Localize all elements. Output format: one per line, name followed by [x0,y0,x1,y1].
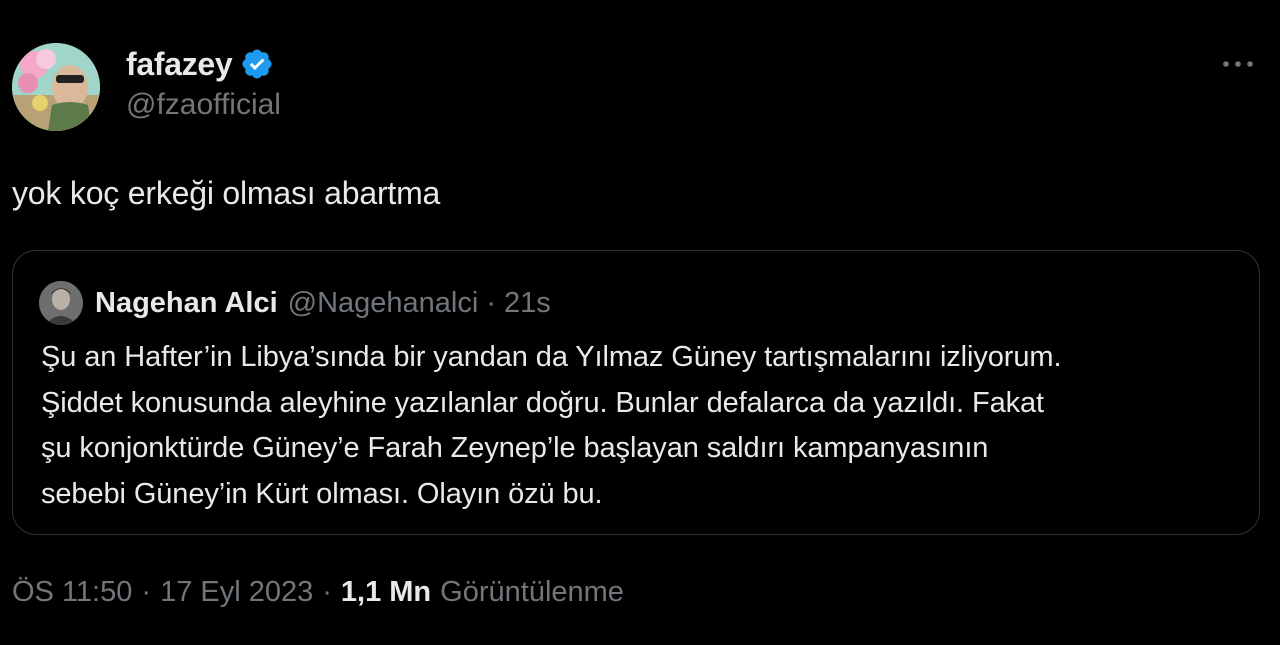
quoted-tweet-header: Nagehan Alci @Nagehanalci · 21s [39,281,551,325]
views-label: Görüntülenme [440,575,624,608]
author-handle[interactable]: @fzaofficial [126,88,281,122]
tweet-time[interactable]: ÖS 11:50 [12,576,132,609]
tweet-meta: ÖS 11:50 · 17 Eyl 2023 · 1,1 Mn Görüntül… [12,572,624,612]
author-avatar[interactable] [12,43,100,131]
quoted-tweet-line: Şiddet konusunda aleyhine yazılanlar doğ… [41,386,1044,419]
quoted-tweet-line: sebebi Güney’in Kürt olması. Olayın özü … [41,477,603,510]
author-display-name[interactable]: fafazey [126,46,233,83]
views-count[interactable]: 1,1 Mn [341,576,431,609]
quoted-author-handle[interactable]: @Nagehanalci [288,287,479,320]
separator-dot: · [322,575,332,608]
more-options-icon[interactable] [1218,52,1258,76]
quoted-tweet-time[interactable]: 21s [504,287,551,320]
quoted-author-avatar[interactable] [39,281,83,325]
quoted-tweet-line: şu konjonktürde Güney’e Farah Zeynep’le … [41,432,989,464]
verified-badge-icon [240,47,274,81]
tweet-date[interactable]: 17 Eyl 2023 [160,576,313,609]
separator-dot: · [486,286,496,319]
tweet-text: yok koç erkeği olması abartma [12,175,441,211]
quoted-tweet[interactable]: Nagehan Alci @Nagehanalci · 21s Şu an Ha… [12,250,1260,535]
avatar-image [12,43,100,131]
author-name-row: fafazey [126,44,274,84]
quoted-tweet-text: Şu an Hafter’in Libya’sında bir yandan d… [41,335,1241,517]
quoted-avatar-image [39,281,83,325]
quoted-tweet-line: Şu an Hafter’in Libya’sında bir yandan d… [41,341,1062,373]
tweet: fafazey @fzaofficial yok koç erkeği olma… [0,0,1280,645]
quoted-author-name[interactable]: Nagehan Alci [95,287,278,320]
separator-dot: · [141,575,152,608]
